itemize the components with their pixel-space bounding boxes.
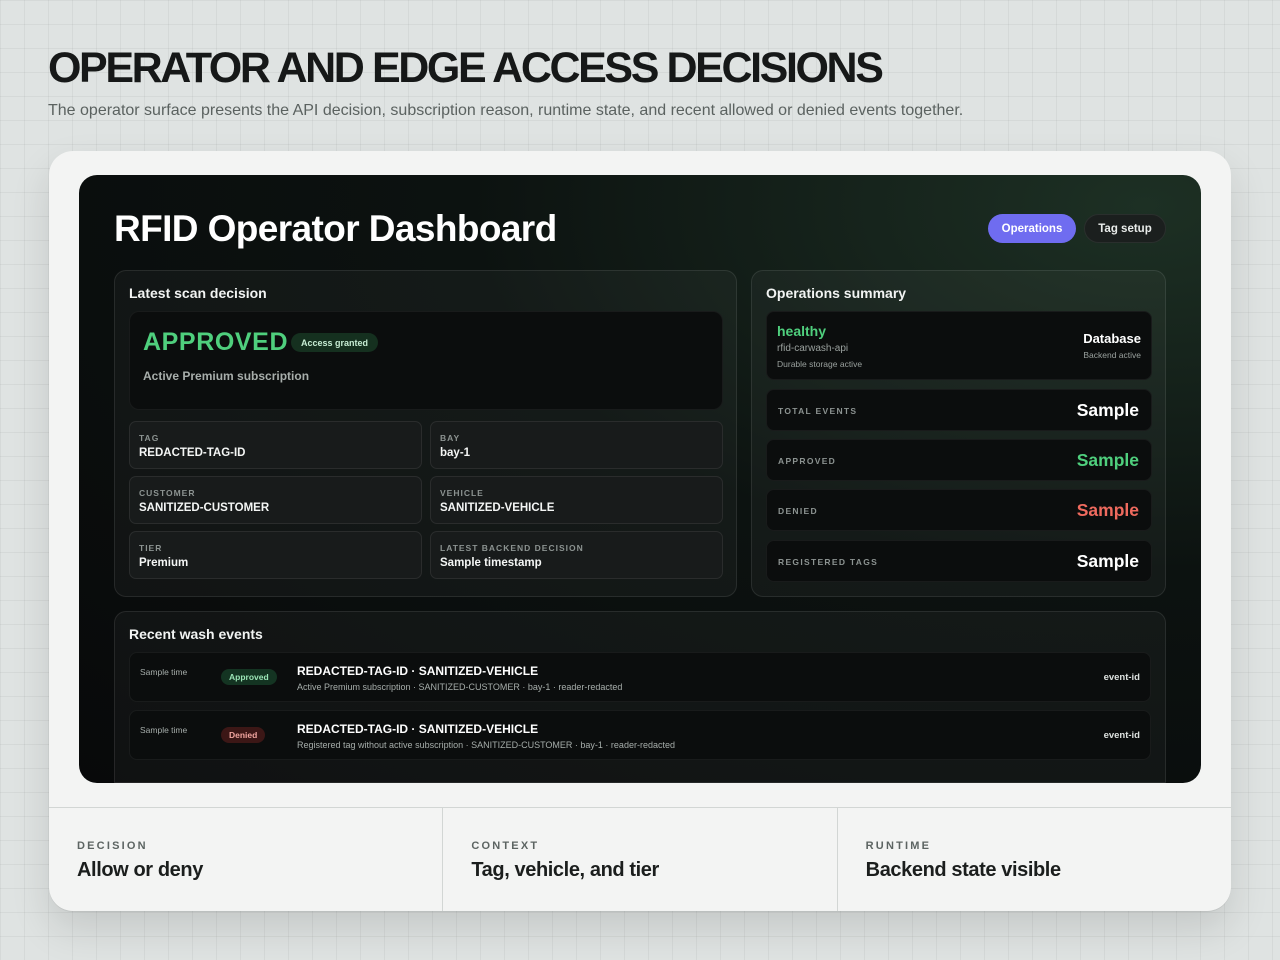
event-detail: Registered tag without active subscripti… <box>297 740 675 750</box>
field-value: bay-1 <box>440 447 471 459</box>
event-detail: Active Premium subscription · SANITIZED-… <box>297 682 623 692</box>
event-id: event-id <box>1103 730 1140 741</box>
field-value: REDACTED-TAG-ID <box>139 447 246 459</box>
field-label: TAG <box>139 433 160 443</box>
backend-status: Backend active <box>1083 350 1141 360</box>
feature-label: RUNTIME <box>865 840 932 852</box>
event-row[interactable]: Sample time Approved REDACTED-TAG-ID · S… <box>129 652 1151 702</box>
page-title: OPERATOR AND EDGE ACCESS DECISIONS <box>48 44 884 92</box>
dashboard-title: RFID Operator Dashboard <box>114 208 557 249</box>
operations-summary-title: Operations summary <box>766 285 907 301</box>
operations-tab-button[interactable]: Operations <box>988 214 1076 243</box>
event-status-badge: Approved <box>221 669 277 685</box>
stat-value: Sample <box>1076 400 1139 420</box>
event-row[interactable]: Sample time Denied REDACTED-TAG-ID · SAN… <box>129 710 1151 760</box>
event-time: Sample time <box>140 725 188 735</box>
field-tier: TIER Premium <box>129 531 422 579</box>
access-badge: Access granted <box>291 333 379 352</box>
recent-events-title: Recent wash events <box>129 626 263 642</box>
recent-events-panel: Recent wash events Sample time Approved … <box>114 611 1166 783</box>
decision-reason: Active Premium subscription <box>143 369 310 383</box>
showcase-card: RFID Operator Dashboard Operations Tag s… <box>49 151 1231 911</box>
stat-label: TOTAL EVENTS <box>778 406 858 416</box>
latest-scan-panel: Latest scan decision APPROVED Access gra… <box>114 270 737 597</box>
page-subtitle: The operator surface presents the API de… <box>48 102 964 119</box>
event-title: REDACTED-TAG-ID · SANITIZED-VEHICLE <box>297 722 539 736</box>
stat-approved: APPROVED Sample <box>766 439 1152 481</box>
feature-value: Allow or deny <box>77 859 203 881</box>
field-value: Premium <box>139 557 189 569</box>
field-latest-backend-decision: LATEST BACKEND DECISION Sample timestamp <box>430 531 723 579</box>
field-label: TIER <box>139 543 163 553</box>
event-time: Sample time <box>140 667 188 677</box>
field-value: Sample timestamp <box>440 557 542 569</box>
feature-decision: DECISION Allow or deny <box>49 808 442 911</box>
field-bay: BAY bay-1 <box>430 421 723 469</box>
decision-box: APPROVED Access granted Active Premium s… <box>129 311 723 410</box>
stat-denied: DENIED Sample <box>766 489 1152 531</box>
feature-value: Tag, vehicle, and tier <box>471 859 659 881</box>
stat-value: Sample <box>1076 450 1139 470</box>
stat-label: REGISTERED TAGS <box>778 557 879 567</box>
stat-value: Sample <box>1076 551 1139 571</box>
field-label: CUSTOMER <box>139 488 196 498</box>
stat-label: DENIED <box>778 506 818 516</box>
field-customer: CUSTOMER SANITIZED-CUSTOMER <box>129 476 422 524</box>
latest-scan-title: Latest scan decision <box>129 285 267 301</box>
feature-value: Backend state visible <box>865 859 1061 881</box>
feature-label: DECISION <box>77 840 148 852</box>
decision-status: APPROVED <box>143 328 289 356</box>
field-tag: TAG REDACTED-TAG-ID <box>129 421 422 469</box>
event-id: event-id <box>1103 672 1140 683</box>
stat-registered-tags: REGISTERED TAGS Sample <box>766 540 1152 582</box>
field-value: SANITIZED-CUSTOMER <box>139 502 270 514</box>
field-label: VEHICLE <box>440 488 484 498</box>
feature-runtime: RUNTIME Backend state visible <box>836 808 1231 911</box>
operations-summary-panel: Operations summary healthy rfid-carwash-… <box>751 270 1166 597</box>
storage-status: Durable storage active <box>777 359 863 369</box>
tag-setup-tab-button[interactable]: Tag setup <box>1084 214 1166 243</box>
stat-total-events: TOTAL EVENTS Sample <box>766 389 1152 431</box>
feature-context: CONTEXT Tag, vehicle, and tier <box>442 808 836 911</box>
service-name: rfid-carwash-api <box>777 343 849 354</box>
event-status-badge: Denied <box>221 727 266 743</box>
dashboard-window: RFID Operator Dashboard Operations Tag s… <box>79 175 1201 783</box>
stat-label: APPROVED <box>778 456 837 466</box>
event-title: REDACTED-TAG-ID · SANITIZED-VEHICLE <box>297 664 539 678</box>
field-vehicle: VEHICLE SANITIZED-VEHICLE <box>430 476 723 524</box>
database-label: Database <box>1083 331 1141 346</box>
stat-value: Sample <box>1076 500 1139 520</box>
health-box: healthy rfid-carwash-api Durable storage… <box>766 311 1152 380</box>
field-value: SANITIZED-VEHICLE <box>440 502 555 514</box>
feature-label: CONTEXT <box>471 840 540 852</box>
field-label: LATEST BACKEND DECISION <box>440 543 584 553</box>
feature-footer: DECISION Allow or deny CONTEXT Tag, vehi… <box>49 807 1231 911</box>
field-label: BAY <box>440 433 461 443</box>
health-status: healthy <box>777 323 827 339</box>
